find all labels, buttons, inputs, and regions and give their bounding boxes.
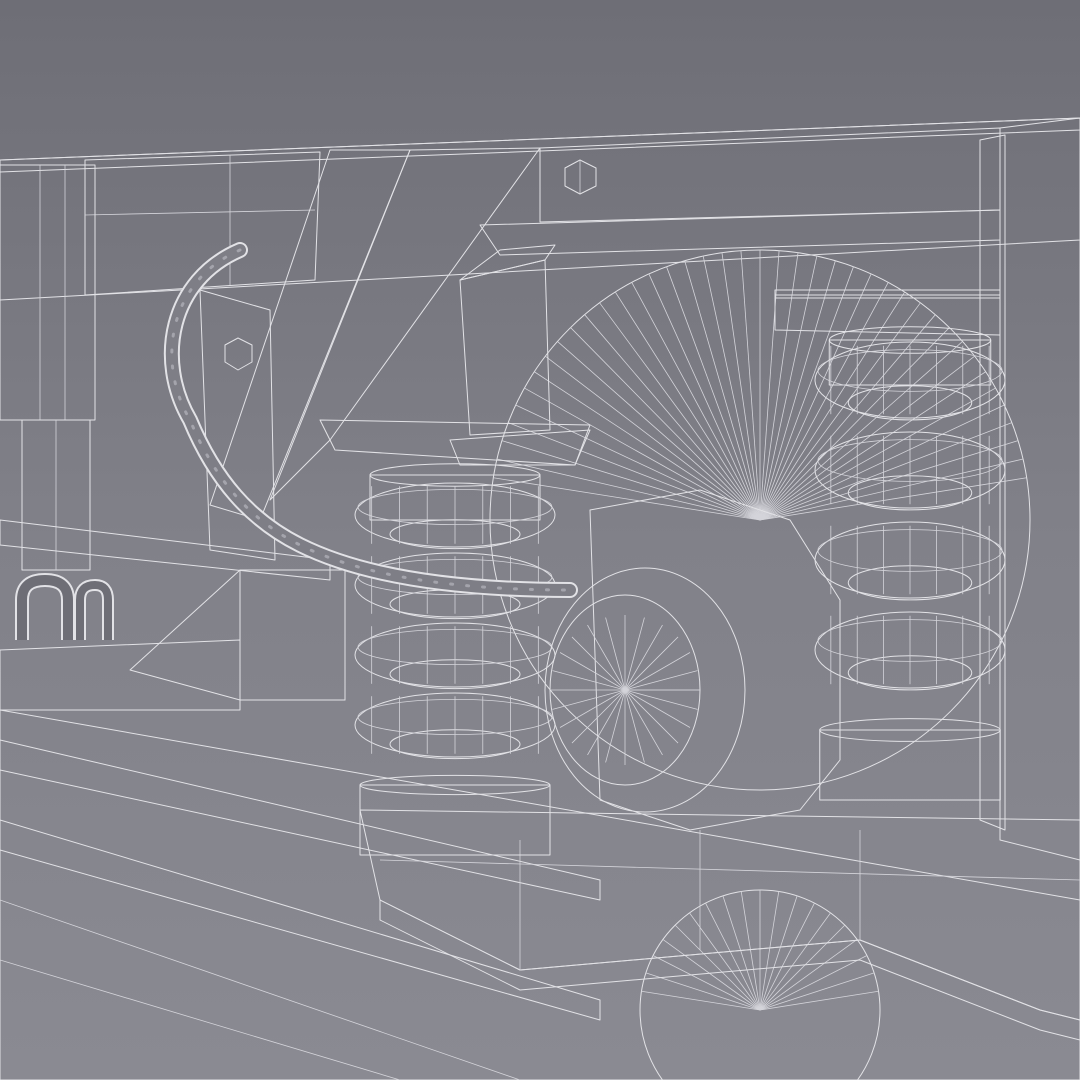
wireframe-render	[0, 0, 1080, 1080]
3d-viewport[interactable]	[0, 0, 1080, 1080]
